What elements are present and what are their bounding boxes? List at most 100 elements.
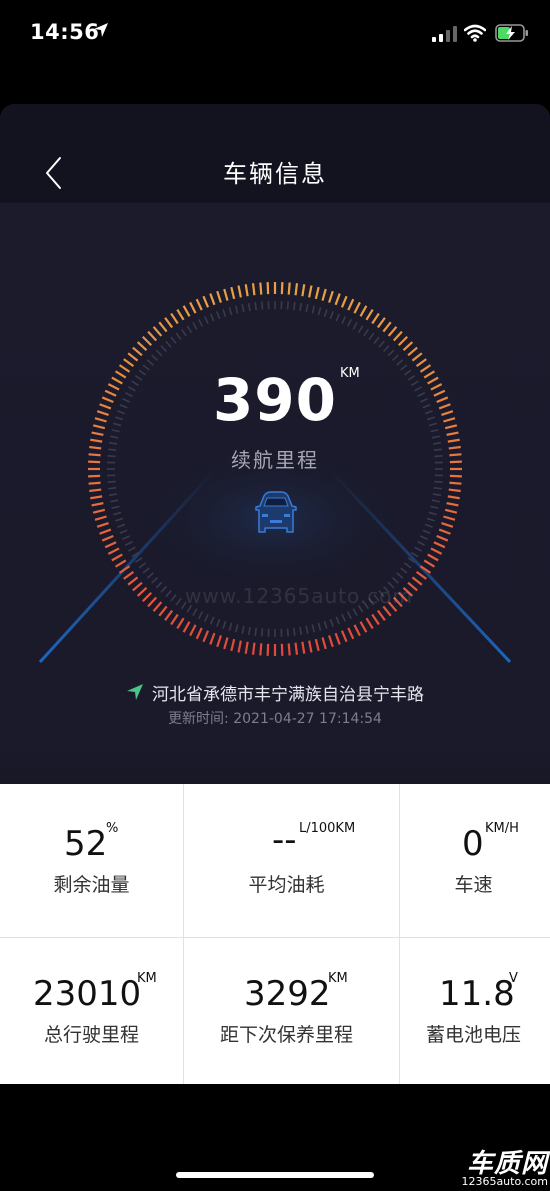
gauge-inner-tick [216, 311, 221, 320]
maintenance-label: 距下次保养里程 [219, 1024, 353, 1046]
gauge-tick [314, 638, 320, 652]
gauge-tick [132, 581, 143, 592]
gauge-inner-tick [114, 517, 124, 522]
gauge-inner-tick [192, 322, 198, 330]
grid-divider [183, 784, 184, 1084]
gauge-tick [170, 613, 179, 626]
gauge-inner-tick [363, 328, 370, 337]
gauge-inner-tick [138, 562, 147, 569]
gauge-tick [237, 640, 242, 653]
location-row[interactable]: 河北省承德市丰宁满族自治县宁丰路 [0, 677, 550, 707]
gauge-tick [147, 330, 158, 342]
gauge-tick [301, 641, 306, 654]
gauge-inner-tick [198, 611, 204, 620]
gauge-inner-tick [346, 611, 352, 620]
gauge-tick [141, 591, 153, 603]
gauge-inner-tick [128, 546, 136, 552]
gauge-tick [411, 576, 423, 586]
gauge-tick [90, 495, 103, 500]
gauge-inner-tick [146, 572, 154, 579]
stats-grid: 52 % 剩余油量 -- L/100KM 平均油耗 0 KM/H 车速 2301… [0, 784, 550, 1084]
gauge-inner-tick [228, 622, 233, 631]
gauge-inner-tick [209, 313, 215, 322]
gauge-tick [195, 627, 203, 640]
gauge-inner-tick [417, 540, 426, 546]
gauge-tick [314, 286, 320, 300]
gauge-tick [158, 321, 168, 333]
gauge-inner-tick [142, 567, 150, 574]
gauge-inner-tick [110, 435, 119, 439]
gauge-tick [411, 352, 423, 362]
gauge-tick [444, 508, 458, 514]
gauge-tick [176, 308, 185, 321]
gauge-inner-tick [368, 332, 375, 341]
gauge-tick [334, 293, 341, 306]
gauge-inner-tick [335, 313, 341, 322]
gauge-tick [182, 621, 191, 633]
fuel-value: 52 [64, 824, 108, 864]
gauge-inner-tick [400, 567, 408, 574]
gauge-tick [189, 624, 197, 637]
home-indicator[interactable] [176, 1172, 374, 1178]
consumption-unit: L/100KM [299, 821, 356, 836]
gauge-tick [94, 515, 107, 521]
gauge-inner-tick [241, 304, 245, 313]
gauge-inner-tick [396, 572, 404, 579]
gauge-tick [430, 547, 443, 555]
range-gauge [38, 282, 512, 664]
gauge-tick [443, 515, 456, 521]
gauge-tick [141, 335, 153, 347]
gauge-tick [328, 290, 334, 303]
gauge-tick [382, 321, 392, 333]
gauge-tick [89, 488, 102, 493]
mileage-label: 总行驶里程 [43, 1024, 139, 1046]
gauge-tick [107, 547, 120, 555]
gauge-inner-tick [203, 613, 209, 622]
gauge-inner-tick [254, 627, 257, 636]
gauge-inner-tick [170, 336, 177, 344]
gauge-inner-tick [110, 499, 119, 503]
gauge-inner-tick [430, 505, 439, 509]
gauge-tick [91, 502, 104, 507]
gauge-inner-tick [293, 627, 296, 636]
gauge-tick [92, 508, 106, 514]
gauge-inner-tick [424, 523, 433, 528]
gauge-tick [308, 640, 313, 653]
gauge-tick [407, 346, 418, 357]
gauge-tick [216, 290, 222, 303]
gauge-inner-tick [209, 616, 215, 625]
gauge-tick [321, 288, 327, 301]
gauge-tick [402, 341, 414, 352]
gauge-inner-tick [228, 307, 233, 316]
gauge-inner-tick [108, 487, 117, 490]
gauge-inner-tick [160, 345, 167, 353]
gauge-tick [287, 643, 291, 656]
gauge-inner-tick [247, 626, 251, 636]
gauge-tick [365, 617, 374, 630]
wifi-icon [464, 24, 486, 42]
gauge-tick [223, 288, 229, 301]
gauge-inner-tick [113, 511, 122, 516]
gauge-inner-tick [311, 624, 315, 633]
brand-watermark: 车质网 12365auto.com [461, 1143, 550, 1191]
gauge-inner-tick [335, 616, 341, 625]
speed-label: 车速 [454, 874, 493, 896]
gauge-inner-tick [352, 608, 358, 616]
gauge-tick [447, 438, 460, 443]
gauge-tick [202, 630, 210, 643]
status-bar: 14:56 [0, 0, 550, 70]
gauge-tick [427, 553, 439, 562]
gauge-tick [88, 481, 101, 485]
gauge-inner-tick [433, 487, 442, 490]
watermark: www.12365auto.com [185, 584, 413, 608]
gauge-inner-tick [323, 308, 328, 318]
gauge-tick [347, 298, 355, 311]
gauge-inner-tick [317, 307, 322, 316]
gauge-tick [136, 341, 148, 352]
gauge-inner-tick [155, 581, 163, 589]
battery-value: 11.8 [439, 974, 515, 1014]
grid-divider [0, 937, 550, 938]
gauge-inner-tick [323, 620, 328, 630]
gauge-inner-tick [216, 618, 221, 627]
gauge-inner-tick [261, 301, 264, 310]
